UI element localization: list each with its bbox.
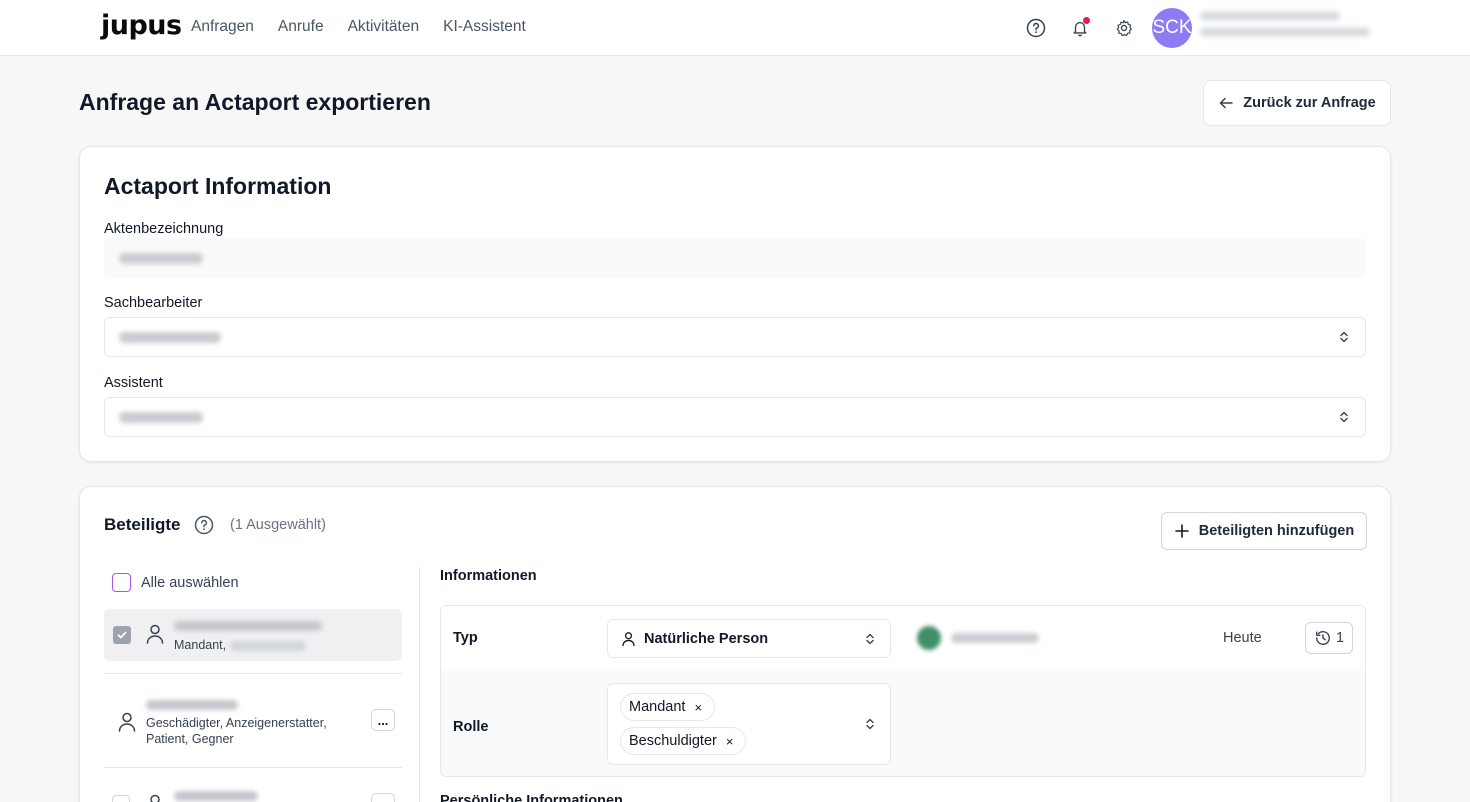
checkbox[interactable] bbox=[112, 795, 130, 802]
settings-gear-icon[interactable] bbox=[1112, 16, 1136, 40]
more-options-button[interactable]: ... bbox=[371, 709, 395, 731]
assistent-select[interactable] bbox=[104, 397, 1366, 437]
person-icon bbox=[150, 794, 160, 802]
role-chip-beschuldigter: Beschuldigter × bbox=[620, 727, 747, 755]
nav-anrufe[interactable]: Anrufe bbox=[278, 18, 324, 36]
informationen-title: Informationen bbox=[440, 568, 537, 584]
participant-roles: Geschädigter, Anzeigenerstatter, Patient… bbox=[146, 716, 327, 746]
page-title: Anfrage an Actaport exportieren bbox=[79, 89, 431, 115]
help-icon[interactable] bbox=[1024, 16, 1048, 40]
participant-item[interactable]: ... bbox=[104, 783, 402, 802]
nav-ki-assistent[interactable]: KI-Assistent bbox=[443, 18, 526, 36]
person-icon bbox=[146, 624, 164, 644]
remove-role-icon[interactable]: × bbox=[726, 734, 734, 749]
chevron-up-down-icon bbox=[866, 633, 874, 645]
sachbearbeiter-select[interactable] bbox=[104, 317, 1366, 357]
card-title: Actaport Information bbox=[104, 173, 332, 199]
history-count: 1 bbox=[1335, 630, 1345, 646]
aktenbezeichnung-label: Aktenbezeichnung bbox=[104, 221, 224, 237]
personal-information-title: Persönliche Informationen bbox=[440, 793, 623, 802]
add-participant-label: Beteiligten hinzufügen bbox=[1198, 523, 1355, 539]
selected-count: (1 Ausgewählt) bbox=[230, 517, 326, 533]
beteiligte-card: Beteiligte (1 Ausgewählt) Beteiligten hi… bbox=[79, 486, 1391, 802]
arrow-left-icon bbox=[1220, 97, 1234, 109]
checked-checkbox[interactable] bbox=[113, 626, 131, 644]
divider bbox=[104, 767, 402, 768]
vertical-divider bbox=[419, 567, 420, 802]
user-info-redacted bbox=[1200, 12, 1375, 44]
chevron-up-down-icon bbox=[1340, 331, 1348, 343]
user-avatar[interactable]: SCK bbox=[1152, 8, 1192, 48]
participant-item[interactable]: Mandant, bbox=[104, 609, 402, 661]
rolle-row: Rolle Mandant × Beschuldigter × bbox=[441, 671, 1365, 776]
remove-role-icon[interactable]: × bbox=[694, 700, 702, 715]
assistent-label: Assistent bbox=[104, 375, 163, 391]
participant-name-redacted bbox=[174, 791, 258, 801]
redacted-value bbox=[119, 253, 203, 264]
add-participant-button[interactable]: Beteiligten hinzufügen bbox=[1161, 512, 1367, 550]
redacted-value bbox=[119, 332, 221, 343]
typ-select[interactable]: Natürliche Person bbox=[607, 619, 891, 658]
checkbox[interactable] bbox=[112, 573, 131, 592]
person-icon bbox=[118, 712, 136, 732]
participant-name-redacted bbox=[174, 621, 322, 631]
nav-anfragen[interactable]: Anfragen bbox=[191, 18, 254, 36]
back-to-request-button[interactable]: Zurück zur Anfrage bbox=[1203, 80, 1391, 126]
back-to-request-label: Zurück zur Anfrage bbox=[1243, 95, 1376, 111]
jupus-logo[interactable]: jupus bbox=[101, 10, 182, 41]
select-all-checkbox[interactable]: Alle auswählen bbox=[112, 573, 239, 592]
role-chip-mandant: Mandant × bbox=[620, 693, 716, 721]
typ-label: Typ bbox=[453, 630, 478, 646]
sachbearbeiter-label: Sachbearbeiter bbox=[104, 295, 203, 311]
role-chip-label: Beschuldigter bbox=[629, 733, 717, 749]
participant-item[interactable]: Geschädigter, Anzeigenerstatter, Patient… bbox=[104, 687, 402, 753]
beteiligte-title: Beteiligte bbox=[104, 515, 181, 534]
divider bbox=[104, 673, 402, 674]
source-avatar-redacted bbox=[917, 626, 941, 650]
notification-dot bbox=[1083, 17, 1090, 24]
chevron-up-down-icon bbox=[866, 718, 874, 730]
role-chip-label: Mandant bbox=[629, 699, 686, 715]
person-icon bbox=[622, 632, 635, 647]
date-label: Heute bbox=[1223, 630, 1262, 646]
notification-bell-icon[interactable] bbox=[1068, 16, 1092, 40]
more-options-button[interactable]: ... bbox=[371, 793, 395, 802]
chevron-up-down-icon bbox=[1340, 411, 1348, 423]
participant-roles: Mandant, bbox=[174, 638, 227, 652]
actaport-information-card: Actaport Information Aktenbezeichnung Sa… bbox=[79, 146, 1391, 462]
rolle-label: Rolle bbox=[453, 719, 489, 735]
informationen-panel: Typ Natürliche Person Heute 1 Rolle Mand… bbox=[440, 605, 1366, 777]
history-icon bbox=[1315, 631, 1330, 645]
help-icon[interactable] bbox=[194, 515, 214, 535]
typ-row: Typ Natürliche Person Heute 1 bbox=[441, 606, 1365, 671]
source-name-redacted bbox=[951, 633, 1039, 643]
history-button[interactable]: 1 bbox=[1305, 622, 1353, 654]
main-nav: Anfragen Anrufe Aktivitäten KI-Assistent bbox=[191, 18, 526, 36]
aktenbezeichnung-field[interactable] bbox=[104, 238, 1366, 278]
top-navigation-bar: jupus Anfragen Anrufe Aktivitäten KI-Ass… bbox=[0, 0, 1470, 56]
select-all-label: Alle auswählen bbox=[141, 574, 239, 591]
rolle-multiselect[interactable]: Mandant × Beschuldigter × bbox=[607, 683, 891, 765]
plus-icon bbox=[1174, 524, 1189, 538]
participant-name-redacted bbox=[146, 700, 238, 710]
nav-aktivitaeten[interactable]: Aktivitäten bbox=[348, 18, 420, 36]
typ-value: Natürliche Person bbox=[644, 631, 769, 647]
redacted-value bbox=[119, 412, 203, 423]
participant-roles-redacted bbox=[230, 641, 306, 651]
